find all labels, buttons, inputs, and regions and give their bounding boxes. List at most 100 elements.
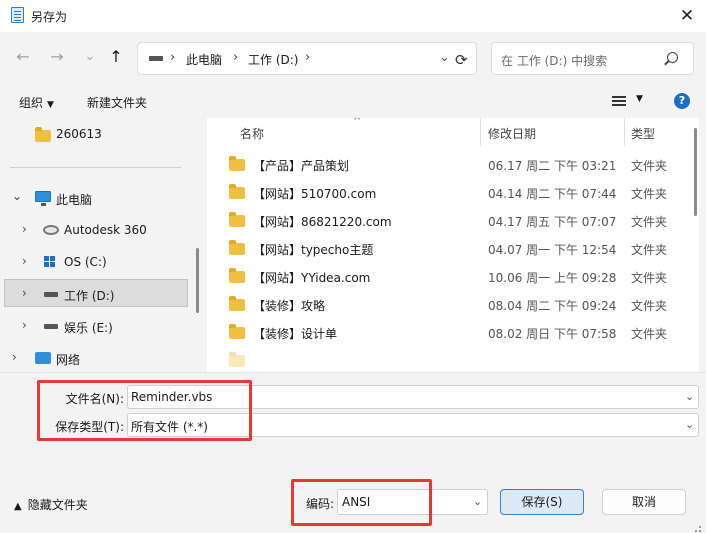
sidebar-item-this-pc[interactable]: ⌄ 此电脑 [0, 184, 200, 212]
close-button[interactable]: ✕ [672, 3, 702, 29]
folder-icon [229, 240, 245, 255]
file-date: 04.07 周一 下午 12:54 [488, 243, 617, 257]
address-bar[interactable]: › 此电脑 › 工作 (D:) › ⌄ ⟳ [137, 42, 477, 75]
sidebar-item-drive-d[interactable]: › 工作 (D:) [4, 279, 188, 307]
refresh-icon[interactable]: ⟳ [455, 51, 468, 69]
file-name: 【网站】YYidea.com [253, 271, 371, 285]
chevron-down-icon[interactable]: ⌄ [685, 390, 694, 403]
sidebar-item-os-c[interactable]: › OS (C:) [0, 248, 200, 276]
window-title: 另存为 [31, 10, 68, 24]
file-list-scrollbar[interactable] [694, 128, 697, 216]
file-row[interactable]: 【装修】设计单 08.02 周日 下午 07:58 文件夹 [207, 318, 699, 346]
file-row[interactable]: 【网站】typecho主题 04.07 周一 下午 12:54 文件夹 [207, 234, 699, 262]
chevron-right-icon[interactable]: › [22, 254, 27, 268]
search-box[interactable]: 在 工作 (D:) 中搜索 [491, 42, 694, 75]
file-type: 文件夹 [631, 299, 668, 313]
file-type: 文件夹 [631, 243, 668, 257]
help-icon[interactable]: ? [674, 93, 690, 109]
file-row[interactable]: 【装修】攻略 08.04 周二 下午 09:24 文件夹 [207, 290, 699, 318]
file-date: 10.06 周一 上午 09:28 [488, 271, 617, 285]
chevron-down-icon[interactable]: ⌄ [685, 418, 694, 431]
folder-icon [229, 324, 245, 339]
file-name: 【网站】510700.com [253, 187, 377, 201]
sidebar-item-label: 260613 [56, 127, 102, 141]
view-list-icon[interactable] [612, 96, 626, 106]
sidebar-item-network[interactable]: › 网络 [0, 344, 200, 372]
file-type: 文件夹 [631, 215, 668, 229]
search-icon[interactable] [667, 52, 678, 63]
breadcrumb-separator: › [233, 50, 239, 65]
folder-icon [229, 184, 245, 199]
file-date: 06.17 周二 下午 03:21 [488, 159, 617, 173]
file-date: 08.04 周二 下午 09:24 [488, 299, 617, 313]
organize-menu[interactable]: 组织 ▼ [19, 94, 54, 111]
view-caret-icon[interactable]: ▼ [636, 94, 643, 104]
breadcrumb-separator: › [170, 50, 176, 65]
chevron-down-icon[interactable]: ⌄ [473, 495, 482, 508]
file-name: 【产品】产品策划 [253, 159, 350, 173]
network-icon [35, 352, 51, 364]
chevron-right-icon[interactable]: › [22, 286, 27, 300]
forward-button[interactable]: → [45, 45, 69, 69]
sidebar-item-260613[interactable]: 260613 [0, 120, 200, 148]
title-bar: 另存为 ✕ [0, 0, 706, 32]
address-dropdown-icon[interactable]: ⌄ [439, 50, 450, 65]
drive-icon [44, 292, 58, 297]
file-list: ^ 名称 修改日期 类型 【产品】产品策划 06.17 周二 下午 03:21 … [207, 118, 699, 372]
folder-icon [35, 127, 51, 142]
highlight-box [291, 479, 432, 526]
chevron-right-icon[interactable]: › [22, 222, 27, 236]
column-divider[interactable] [624, 118, 625, 146]
column-header-type[interactable]: 类型 [631, 125, 655, 142]
folder-icon [229, 268, 245, 283]
navigation-bar: ← → ⌄ ↑ › 此电脑 › 工作 (D:) › ⌄ ⟳ 在 工作 (D:) … [0, 32, 706, 84]
resize-grip[interactable] [691, 522, 701, 532]
breadcrumb-this-pc[interactable]: 此电脑 [186, 51, 222, 68]
sidebar-item-label: 网络 [56, 353, 81, 367]
hide-folders-label: 隐藏文件夹 [27, 498, 88, 512]
cancel-button[interactable]: 取消 [602, 489, 686, 515]
file-row[interactable]: 【产品】产品策划 06.17 周二 下午 03:21 文件夹 [207, 150, 699, 178]
back-button[interactable]: ← [11, 45, 35, 69]
sidebar-item-label: 工作 (D:) [64, 289, 115, 303]
hide-folders-toggle[interactable]: ▲ 隐藏文件夹 [14, 496, 88, 513]
file-type: 文件夹 [631, 187, 668, 201]
chevron-right-icon[interactable]: › [22, 318, 27, 332]
file-type: 文件夹 [631, 271, 668, 285]
column-divider[interactable] [480, 118, 481, 146]
computer-icon [35, 191, 51, 206]
sidebar-item-drive-e[interactable]: › 娱乐 (E:) [0, 312, 200, 340]
sidebar-item-autodesk-360[interactable]: › Autodesk 360 [0, 216, 200, 244]
column-header-date[interactable]: 修改日期 [488, 125, 536, 142]
save-form: 文件名(N): Reminder.vbs ⌄ 保存类型(T): 所有文件 (*.… [0, 372, 706, 533]
file-name: 【网站】86821220.com [253, 215, 392, 229]
recent-locations-button[interactable]: ⌄ [78, 45, 102, 69]
file-type: 文件夹 [631, 327, 668, 341]
notepad-icon [11, 7, 24, 23]
save-button[interactable]: 保存(S) [500, 489, 584, 515]
file-row[interactable]: 【网站】510700.com 04.14 周二 下午 07:44 文件夹 [207, 178, 699, 206]
file-row-partial[interactable] [207, 346, 699, 372]
caret-up-icon: ▲ [14, 501, 22, 512]
drive-icon [44, 324, 58, 329]
file-date: 04.17 周五 下午 07:07 [488, 215, 617, 229]
column-header-name[interactable]: 名称 [240, 125, 264, 142]
highlight-box [37, 380, 252, 441]
sidebar-item-label: OS (C:) [64, 255, 107, 269]
sort-ascending-icon: ^ [353, 118, 362, 127]
breadcrumb-drive-d[interactable]: 工作 (D:) [248, 51, 298, 68]
sidebar-scrollbar[interactable] [196, 248, 199, 313]
chevron-right-icon[interactable]: › [12, 350, 17, 364]
up-button[interactable]: ↑ [104, 45, 128, 69]
cloud-drive-icon [43, 225, 59, 235]
folder-icon [229, 352, 245, 367]
file-date: 04.14 周二 下午 07:44 [488, 187, 617, 201]
file-row[interactable]: 【网站】YYidea.com 10.06 周一 上午 09:28 文件夹 [207, 262, 699, 290]
chevron-down-icon[interactable]: ⌄ [12, 189, 22, 203]
organize-label: 组织 [19, 96, 44, 110]
new-folder-button[interactable]: 新建文件夹 [87, 94, 147, 111]
sidebar-item-label: 此电脑 [56, 193, 93, 207]
file-row[interactable]: 【网站】86821220.com 04.17 周五 下午 07:07 文件夹 [207, 206, 699, 234]
breadcrumb-separator: › [305, 50, 311, 65]
drive-icon [149, 56, 163, 61]
